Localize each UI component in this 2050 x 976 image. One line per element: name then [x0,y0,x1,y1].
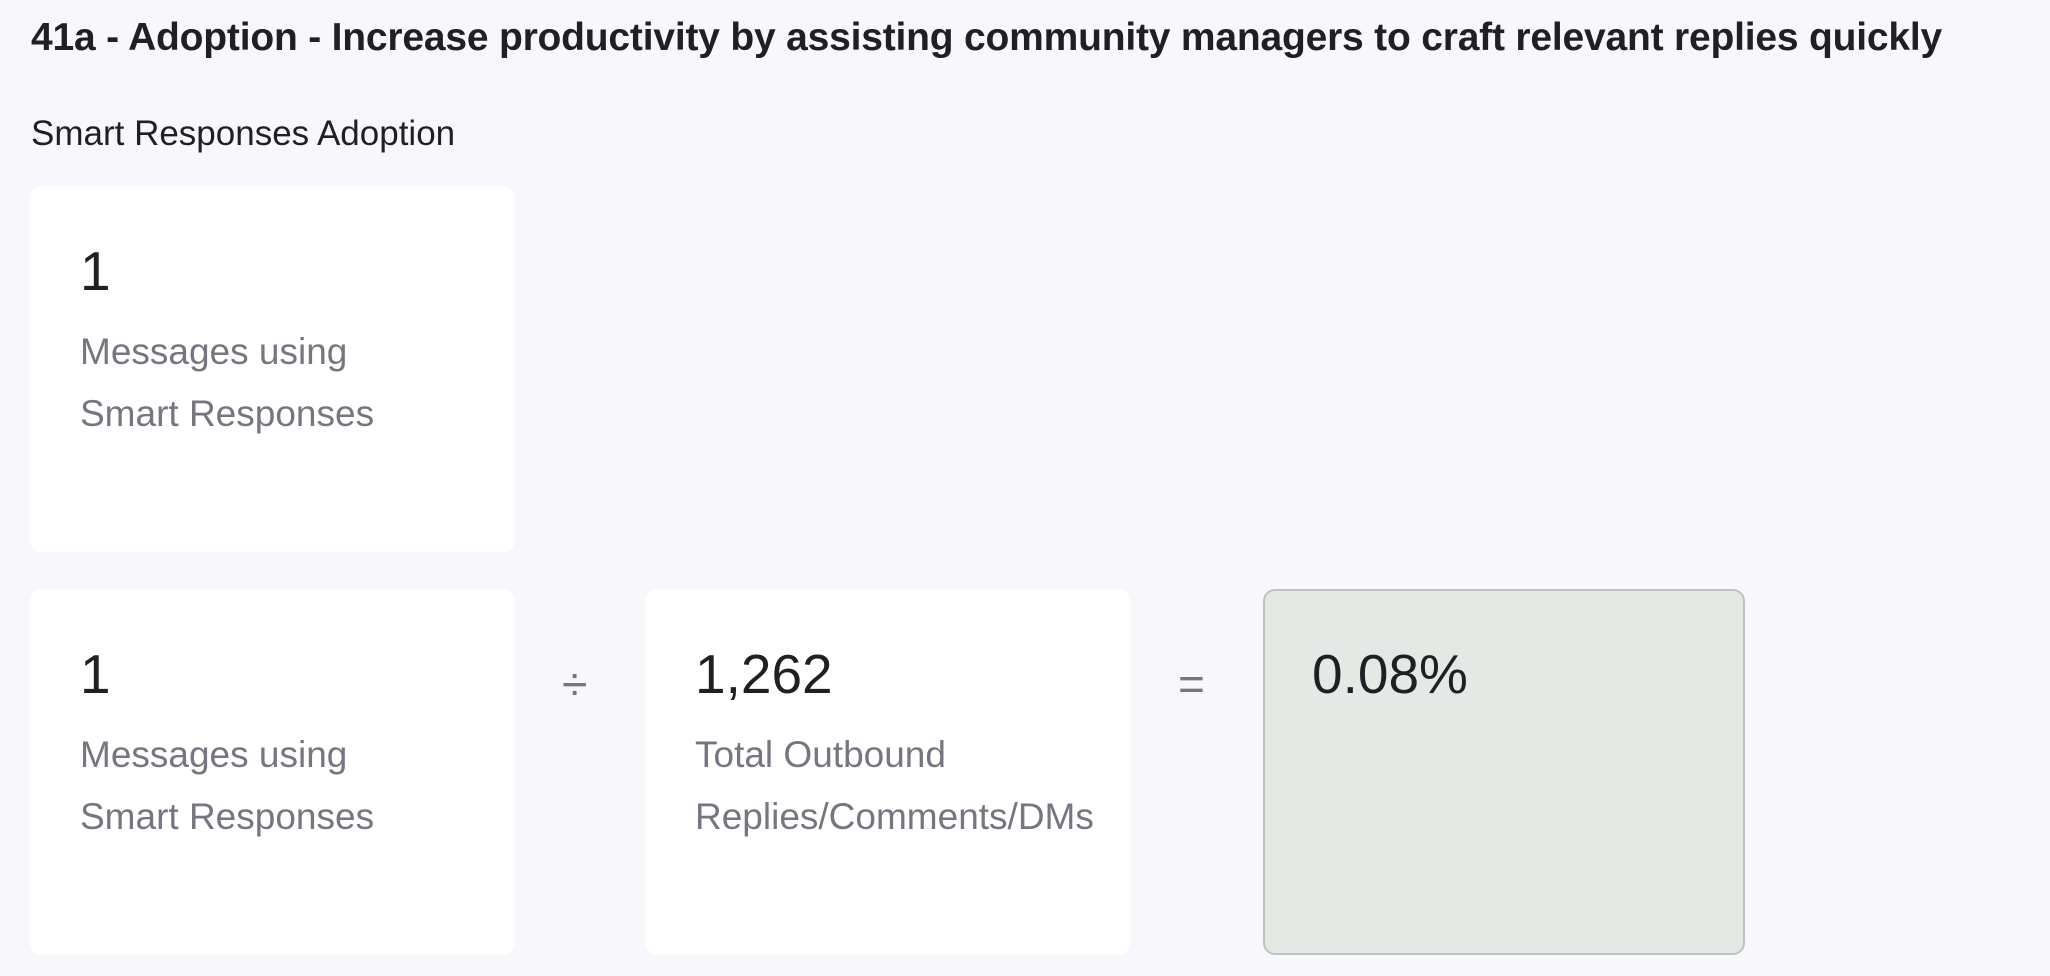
adoption-report-page: 41a - Adoption - Increase productivity b… [0,0,2050,976]
divide-operator: ÷ [562,658,588,710]
adoption-rate-card: 0.08% [1263,589,1745,955]
denominator-value: 1,262 [695,643,833,705]
adoption-rate-value: 0.08% [1312,643,1468,705]
section-title: Smart Responses Adoption [31,114,456,153]
metric-label: Messages using Smart Responses [80,331,375,434]
smart-responses-count-card: 1 Messages using Smart Responses [30,186,515,552]
page-title: 41a - Adoption - Increase productivity b… [31,16,1942,59]
denominator-label: Total Outbound Replies/Comments/DMs [695,734,1094,837]
metric-value: 1 [80,240,111,302]
denominator-card: 1,262 Total Outbound Replies/Comments/DM… [645,589,1130,955]
numerator-card: 1 Messages using Smart Responses [30,589,515,955]
numerator-label: Messages using Smart Responses [80,734,375,837]
equals-operator: = [1178,658,1205,710]
numerator-value: 1 [80,643,111,705]
